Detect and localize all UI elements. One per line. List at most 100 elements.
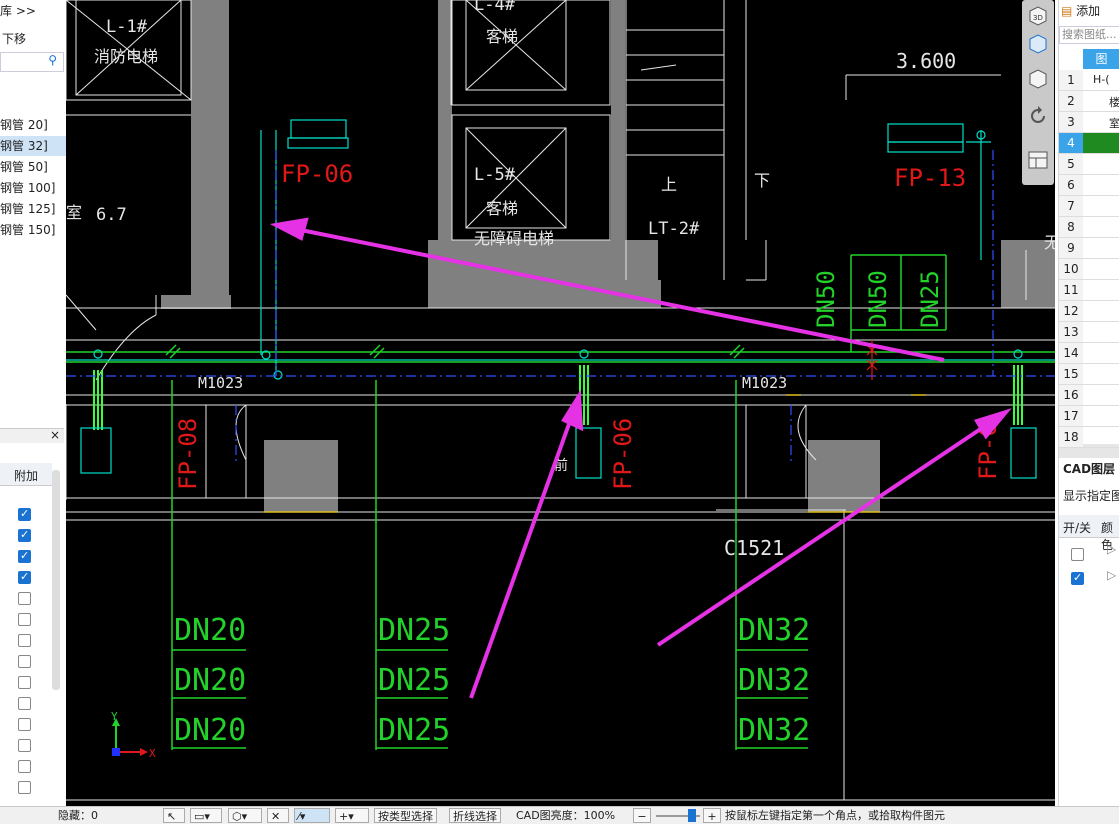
row-cell[interactable] bbox=[1083, 91, 1119, 112]
select-tool-icon[interactable]: ↖ bbox=[163, 808, 185, 823]
row-cell[interactable] bbox=[1083, 238, 1119, 259]
pipe-item[interactable]: 钢管 100] bbox=[0, 178, 66, 198]
checkbox[interactable] bbox=[18, 676, 31, 689]
checkbox[interactable] bbox=[18, 697, 31, 710]
row-cell[interactable] bbox=[1083, 217, 1119, 238]
checkbox[interactable] bbox=[18, 718, 31, 731]
label-room-num: 6.7 bbox=[96, 205, 127, 225]
view-top-icon[interactable] bbox=[1026, 31, 1050, 55]
checkbox[interactable] bbox=[18, 507, 31, 521]
row-cell[interactable] bbox=[1083, 427, 1119, 448]
row-number[interactable]: 9 bbox=[1059, 238, 1083, 259]
view-iso-icon[interactable] bbox=[1026, 66, 1050, 90]
row-number[interactable]: 18 bbox=[1059, 427, 1083, 448]
layer-visibility-checkbox[interactable] bbox=[1071, 548, 1084, 561]
row-number[interactable]: 3 bbox=[1059, 112, 1083, 133]
show-layer-option[interactable]: 显示指定图 bbox=[1063, 487, 1119, 504]
row-cell[interactable] bbox=[1083, 112, 1119, 133]
checkbox[interactable] bbox=[18, 592, 31, 605]
checkbox[interactable] bbox=[18, 655, 31, 668]
label-door-m1023b: M1023 bbox=[742, 374, 787, 392]
plus-tool-icon[interactable]: +▾ bbox=[335, 808, 369, 823]
label-lt2: LT-2# bbox=[648, 219, 700, 239]
row-cell[interactable] bbox=[1083, 175, 1119, 196]
row-number[interactable]: 8 bbox=[1059, 217, 1083, 238]
row-number[interactable]: 17 bbox=[1059, 406, 1083, 427]
move-down-button[interactable]: 下移 bbox=[2, 30, 26, 47]
search-input[interactable]: ⚲ bbox=[0, 52, 64, 72]
checkbox[interactable] bbox=[18, 570, 31, 584]
row-number[interactable]: 7 bbox=[1059, 196, 1083, 217]
polyline-select-button[interactable]: 折线选择 bbox=[449, 808, 501, 823]
row-cell[interactable] bbox=[1083, 343, 1119, 364]
expand-icon[interactable]: ▷ bbox=[1107, 568, 1116, 582]
row-cell[interactable] bbox=[1083, 364, 1119, 385]
box-select-icon[interactable]: ▭▾ bbox=[190, 808, 222, 823]
row-number[interactable]: 4 bbox=[1059, 133, 1083, 154]
row-number[interactable]: 5 bbox=[1059, 154, 1083, 175]
svg-text:3D: 3D bbox=[1033, 14, 1043, 22]
status-hint: 按鼠标左键指定第一个角点，或拾取构件图元 bbox=[725, 809, 945, 822]
row-cell[interactable] bbox=[1083, 133, 1119, 154]
library-link[interactable]: 库 >> bbox=[0, 2, 36, 19]
expand-icon[interactable]: ▷ bbox=[1107, 542, 1116, 556]
row-cell[interactable] bbox=[1083, 196, 1119, 217]
cube-select-icon[interactable]: ⬡▾ bbox=[228, 808, 262, 823]
row-cell[interactable] bbox=[1083, 406, 1119, 427]
row-cell[interactable] bbox=[1083, 259, 1119, 280]
label-right-cut: 无 bbox=[1044, 233, 1055, 252]
checkbox[interactable] bbox=[18, 739, 31, 752]
cad-canvas[interactable]: L-1# 消防电梯 L-4# 客梯 L-5# 客梯 无障碍电梯 LT-2# 上 … bbox=[66, 0, 1055, 806]
checkbox[interactable] bbox=[18, 781, 31, 794]
row-cell[interactable] bbox=[1083, 322, 1119, 343]
checkbox[interactable] bbox=[18, 549, 31, 563]
label-l1: L-1# bbox=[106, 17, 148, 37]
pipe-item-selected[interactable]: 钢管 32] bbox=[0, 136, 66, 156]
row-number[interactable]: 1 bbox=[1059, 70, 1083, 91]
row-number[interactable]: 15 bbox=[1059, 364, 1083, 385]
row-cell[interactable] bbox=[1083, 385, 1119, 406]
drawing-search-input[interactable]: 搜索图纸... bbox=[1059, 26, 1119, 44]
add-button[interactable]: ▤ 添加 bbox=[1061, 2, 1100, 19]
row-cell[interactable] bbox=[1083, 70, 1119, 91]
row-cell[interactable] bbox=[1083, 301, 1119, 322]
pipe-item[interactable]: 钢管 125] bbox=[0, 199, 66, 219]
layout-icon[interactable] bbox=[1026, 148, 1050, 172]
checkbox[interactable] bbox=[18, 760, 31, 773]
row-number[interactable]: 13 bbox=[1059, 322, 1083, 343]
row-number[interactable]: 6 bbox=[1059, 175, 1083, 196]
cad-layer-title: CAD图层 bbox=[1063, 462, 1116, 476]
pipe-item[interactable]: 钢管 50] bbox=[0, 157, 66, 177]
label-dn-col2: DN25 bbox=[378, 713, 450, 748]
close-icon[interactable]: × bbox=[50, 428, 60, 442]
row-cell[interactable] bbox=[1083, 154, 1119, 175]
row-number[interactable]: 10 bbox=[1059, 259, 1083, 280]
pipe-item[interactable]: 钢管 20] bbox=[0, 115, 66, 135]
checkbox[interactable] bbox=[18, 634, 31, 647]
view-3d-icon[interactable]: 3D bbox=[1026, 3, 1050, 27]
layer-table-header: 开/关 颜色 bbox=[1059, 515, 1119, 552]
row-number[interactable]: 16 bbox=[1059, 385, 1083, 406]
search-icon[interactable]: ⚲ bbox=[48, 53, 57, 67]
row-number[interactable]: 12 bbox=[1059, 301, 1083, 322]
row-number[interactable]: 2 bbox=[1059, 91, 1083, 112]
brightness-increase-icon[interactable]: + bbox=[703, 808, 721, 823]
pipe-item[interactable]: 钢管 150] bbox=[0, 220, 66, 240]
scrollbar[interactable] bbox=[52, 470, 60, 690]
checkbox[interactable] bbox=[18, 613, 31, 626]
walls bbox=[161, 0, 1055, 512]
right-panel: ▤ 添加 搜索图纸... 图 H-( 楼 室 CAD图层 显示指定图 开/关 颜… bbox=[1058, 0, 1119, 806]
label-room: 室 bbox=[66, 203, 82, 222]
rotate-icon[interactable] bbox=[1026, 104, 1050, 128]
brightness-decrease-icon[interactable]: − bbox=[633, 808, 651, 823]
layer-visibility-checkbox[interactable] bbox=[1071, 571, 1084, 585]
row-cell[interactable] bbox=[1083, 280, 1119, 301]
label-fp06b: FP-06 bbox=[609, 418, 637, 490]
brightness-slider-handle[interactable] bbox=[688, 809, 696, 822]
cross-icon[interactable]: ✕ bbox=[267, 808, 289, 823]
type-select-button[interactable]: 按类型选择 bbox=[374, 808, 437, 823]
line-tool-icon[interactable]: ⁄▾ bbox=[294, 808, 330, 823]
row-number[interactable]: 14 bbox=[1059, 343, 1083, 364]
row-number[interactable]: 11 bbox=[1059, 280, 1083, 301]
checkbox[interactable] bbox=[18, 528, 31, 542]
